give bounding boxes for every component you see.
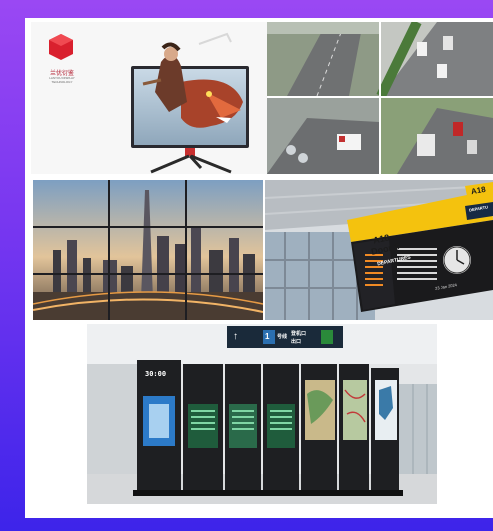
sign-exit-label: 出口 (291, 339, 302, 345)
sign-line-number: 1 (265, 332, 270, 341)
video-wall-skyline-image (33, 180, 263, 320)
traffic-cameras-image (267, 22, 493, 174)
sign-gate-label: 登机口 (291, 331, 307, 337)
sign-arrow-up: ↑ (233, 331, 238, 342)
gallery-panel: 兰优衍鉴 LANYOU DISPLAY TECHNOLOGY A18 Door … (25, 18, 493, 518)
monitor-illustration (31, 22, 269, 174)
kiosk-row-image: 30:00 ↑ 1 号线 登机口 出口 (87, 324, 437, 504)
traffic-illustration (267, 22, 493, 174)
brand-subtitle: LANYOU DISPLAY TECHNOLOGY (49, 76, 75, 84)
monitor-display-image: 兰优衍鉴 LANYOU DISPLAY TECHNOLOGY (31, 22, 269, 174)
airport-departures-image: A18 Door 8 DEPARTURES A18 DEPARTU 23 Jan… (265, 180, 493, 320)
skyline-illustration (33, 180, 263, 320)
kiosk-illustration (87, 324, 437, 504)
kiosk-clock: 30:00 (145, 370, 167, 378)
sign-line-label: 号线 (277, 334, 288, 340)
